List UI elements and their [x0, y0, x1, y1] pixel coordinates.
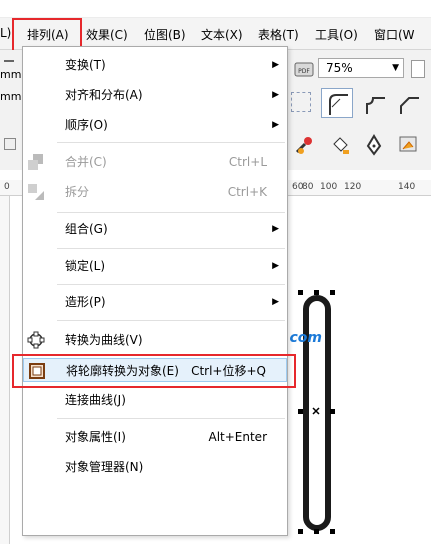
menu-item-label: 锁定(L)	[65, 259, 106, 273]
submenu-arrow-icon: ▶	[272, 60, 279, 70]
ruler-tick-label: 100	[320, 182, 338, 192]
menu-item-shortcut: Ctrl+L	[228, 155, 267, 169]
ruler-tick-label: 120	[344, 182, 362, 192]
scalloped-corner-icon[interactable]	[361, 90, 387, 116]
menu-layout-fragment[interactable]: L)	[0, 26, 11, 40]
menu-item-object-manager[interactable]: 对象管理器(N)	[23, 455, 287, 479]
menu-item-object-properties[interactable]: 对象属性(I) Alt+Enter	[23, 425, 287, 449]
paint-bucket-icon[interactable]	[329, 134, 351, 156]
menu-separator	[57, 320, 285, 321]
pdf-export-icon[interactable]: PDF	[293, 58, 315, 80]
menu-item-label: 变换(T)	[65, 58, 106, 72]
pdf-label: PDF	[298, 68, 310, 75]
vertical-ruler	[0, 196, 10, 544]
menu-item-label: 转换为曲线(V)	[65, 333, 143, 347]
menu-item-combine[interactable]: 合并(C) Ctrl+L	[23, 150, 287, 174]
arrange-dropdown-menu: 变换(T) ▶ 对齐和分布(A) ▶ 顺序(O) ▶ 合并(C) Ctrl+L …	[22, 46, 288, 536]
zoom-select[interactable]: 75% ▼	[318, 58, 404, 78]
pen-nib-icon[interactable]	[363, 134, 385, 156]
ruler-tick-label: 0	[4, 182, 10, 192]
menu-item-label: 顺序(O)	[65, 118, 108, 132]
layout-icon[interactable]	[291, 92, 311, 112]
app-window: { "menubar": { "items": [ {"label": "L)"…	[0, 0, 431, 544]
ruler-tick-label: 80	[302, 182, 314, 192]
eyedropper-icon[interactable]	[293, 134, 315, 156]
submenu-arrow-icon: ▶	[272, 261, 279, 271]
menu-item-break-apart[interactable]: 拆分 Ctrl+K	[23, 180, 287, 204]
menu-item-label: 造形(P)	[65, 295, 106, 309]
unit-label-2: mm	[0, 90, 22, 103]
menu-item-shortcut: Alt+Enter	[208, 430, 267, 444]
menu-item-transform[interactable]: 变换(T) ▶	[23, 53, 287, 77]
menu-item-convert-to-curves[interactable]: 转换为曲线(V)	[23, 328, 287, 352]
left-property-bar: mm mm	[0, 50, 22, 170]
break-apart-icon	[27, 183, 45, 201]
outline-to-object-highlight-box	[12, 354, 296, 388]
menu-item-label: 合并(C)	[65, 155, 107, 169]
menu-separator	[57, 248, 285, 249]
menu-item-lock[interactable]: 锁定(L) ▶	[23, 254, 287, 278]
menu-separator	[57, 284, 285, 285]
menu-separator	[57, 212, 285, 213]
menu-item-group[interactable]: 组合(G) ▶	[23, 217, 287, 241]
menu-item-align-distribute[interactable]: 对齐和分布(A) ▶	[23, 83, 287, 107]
options-icon[interactable]	[411, 60, 425, 78]
menu-item-label: 对象管理器(N)	[65, 460, 144, 474]
menu-item-label: 拆分	[65, 185, 90, 199]
chevron-down-icon: ▼	[392, 63, 399, 73]
menu-separator	[57, 418, 285, 419]
menu-item-shortcut: Ctrl+K	[227, 185, 267, 199]
menu-item-shaping[interactable]: 造形(P) ▶	[23, 290, 287, 314]
convert-to-curves-icon	[27, 331, 45, 349]
zoom-value: 75%	[326, 61, 353, 75]
chamfer-corner-icon[interactable]	[395, 90, 421, 116]
toolbar-icon[interactable]	[4, 138, 16, 150]
selected-capsule-object[interactable]	[292, 288, 344, 538]
menu-effects[interactable]: 效果(C)	[86, 26, 128, 43]
fill-dialog-icon[interactable]	[397, 134, 419, 156]
menu-table[interactable]: 表格(T)	[258, 26, 299, 43]
menu-item-label: 对齐和分布(A)	[65, 88, 143, 102]
unit-label-1: mm	[0, 68, 22, 81]
toolbar-icon[interactable]	[4, 56, 14, 62]
menu-text[interactable]: 文本(X)	[201, 26, 243, 43]
menu-item-label: 对象属性(I)	[65, 430, 126, 444]
menu-item-join-curves[interactable]: 连接曲线(J)	[23, 388, 287, 412]
submenu-arrow-icon: ▶	[272, 224, 279, 234]
submenu-arrow-icon: ▶	[272, 120, 279, 130]
menu-window[interactable]: 窗口(W	[374, 26, 415, 43]
rounded-corner-icon[interactable]	[321, 88, 353, 118]
menu-separator	[57, 142, 285, 143]
combine-icon	[27, 153, 45, 171]
submenu-arrow-icon: ▶	[272, 90, 279, 100]
menu-tools[interactable]: 工具(O)	[315, 26, 358, 43]
menu-item-label: 组合(G)	[65, 222, 108, 236]
title-strip	[0, 0, 431, 18]
menu-bitmap[interactable]: 位图(B)	[144, 26, 186, 43]
submenu-arrow-icon: ▶	[272, 297, 279, 307]
ruler-tick-label: 140	[398, 182, 416, 192]
menu-item-label: 连接曲线(J)	[65, 393, 126, 407]
menu-item-order[interactable]: 顺序(O) ▶	[23, 113, 287, 137]
